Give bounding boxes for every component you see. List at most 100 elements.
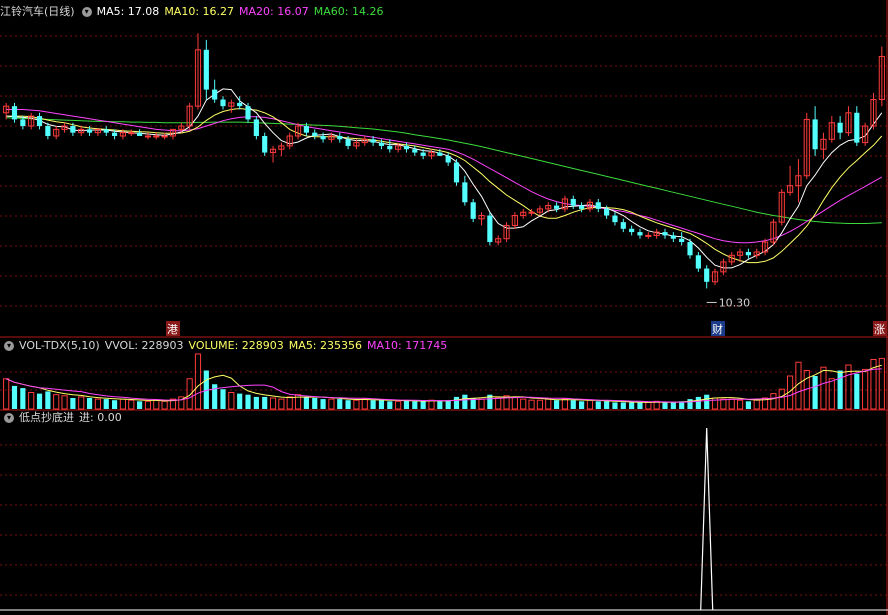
volume-bar xyxy=(670,402,676,409)
volume-bar xyxy=(828,378,835,410)
volume-bar xyxy=(387,401,393,409)
candle-body xyxy=(144,135,152,138)
volume-bar xyxy=(445,400,451,409)
volume-bar xyxy=(3,378,10,410)
candle-body xyxy=(220,99,226,107)
volume-bar xyxy=(262,396,268,409)
volume-bar xyxy=(153,399,160,410)
volume-bar xyxy=(862,368,869,410)
volume-bar xyxy=(478,398,485,410)
volume-bar xyxy=(645,401,652,410)
volume-bar xyxy=(161,400,168,410)
volume-bar xyxy=(119,398,127,410)
stock-chart[interactable]: 10.30 港 财 涨 xyxy=(0,0,888,615)
volume-bar xyxy=(320,399,326,409)
volume-bar xyxy=(86,398,93,409)
volume-bar xyxy=(520,398,527,410)
candle-body xyxy=(620,222,626,229)
candle-body xyxy=(462,182,468,203)
candle-body xyxy=(637,232,643,236)
candle-body xyxy=(312,132,318,136)
volume-bar xyxy=(20,388,26,409)
candle-body xyxy=(387,145,393,150)
candle-body xyxy=(337,135,343,140)
volume-bar xyxy=(612,402,618,409)
volume-bar xyxy=(220,389,226,409)
candle-body xyxy=(320,135,326,140)
volume-bar xyxy=(212,384,218,409)
volume-bar xyxy=(278,398,285,410)
volume-bar xyxy=(778,388,785,410)
volume-bar xyxy=(303,396,309,409)
volume-bar xyxy=(837,370,843,409)
candle-body xyxy=(253,119,259,136)
volume-bar xyxy=(620,402,626,409)
volume-bar xyxy=(536,399,543,410)
volume-bar xyxy=(94,398,101,410)
volume-bar xyxy=(78,396,85,410)
candle-body xyxy=(645,234,652,237)
volume-bar xyxy=(528,399,535,410)
candle-body xyxy=(70,126,76,133)
volume-bar xyxy=(770,393,777,410)
candle-body xyxy=(629,228,635,233)
volume-bar xyxy=(103,399,109,409)
candle-body xyxy=(111,132,118,136)
volume-bar xyxy=(61,395,68,410)
candle-body xyxy=(128,132,135,135)
ma5-line xyxy=(6,88,883,269)
volume-bar xyxy=(403,400,410,409)
volume-bar xyxy=(370,400,376,409)
volume-bar xyxy=(753,399,760,410)
volume-bar xyxy=(561,398,569,410)
candle-body xyxy=(137,132,143,136)
candle-body xyxy=(687,242,693,256)
volume-bar xyxy=(604,401,610,409)
candle-body xyxy=(86,129,93,133)
volume-ma5-line xyxy=(6,364,882,403)
signal-spike xyxy=(700,427,714,611)
candle-body xyxy=(528,211,535,214)
volume-bar xyxy=(495,397,502,410)
candle-body xyxy=(612,215,618,223)
volume-bar xyxy=(695,396,701,409)
volume-bar xyxy=(245,394,251,409)
volume-bar xyxy=(820,366,827,410)
candle-body xyxy=(604,208,610,216)
candle-body xyxy=(420,152,426,156)
volume-bar xyxy=(854,373,860,409)
candle-body xyxy=(670,235,676,239)
volume-bar xyxy=(629,402,635,409)
ma20-line xyxy=(6,109,883,244)
volume-bar xyxy=(511,396,518,410)
volume-bar xyxy=(353,399,360,410)
candle-body xyxy=(45,126,51,136)
candle-body xyxy=(679,238,685,243)
candle-body xyxy=(237,102,243,107)
volume-bar xyxy=(595,401,601,409)
candle-body xyxy=(345,139,351,146)
volume-bar xyxy=(395,400,402,410)
volume-bar xyxy=(728,398,735,410)
candle-body xyxy=(695,255,701,269)
volume-bar xyxy=(378,400,385,409)
volume-bar xyxy=(586,399,594,410)
candle-body xyxy=(36,116,43,127)
candle-body xyxy=(11,106,18,120)
candle-body xyxy=(854,112,860,143)
volume-bar xyxy=(45,391,51,409)
tag-finance: 财 xyxy=(712,322,723,336)
volume-bar xyxy=(812,376,818,409)
volume-bar xyxy=(144,400,152,410)
volume-bar xyxy=(570,400,576,409)
candle-body xyxy=(704,268,710,282)
volume-bar xyxy=(312,398,318,409)
volume-bar xyxy=(269,397,277,410)
candle-body xyxy=(212,89,218,100)
candle-body xyxy=(445,155,451,163)
candle-body xyxy=(245,106,251,120)
volume-bar xyxy=(28,392,35,410)
volume-bar xyxy=(687,399,693,409)
volume-bar xyxy=(637,402,643,409)
volume-bar xyxy=(453,396,460,409)
